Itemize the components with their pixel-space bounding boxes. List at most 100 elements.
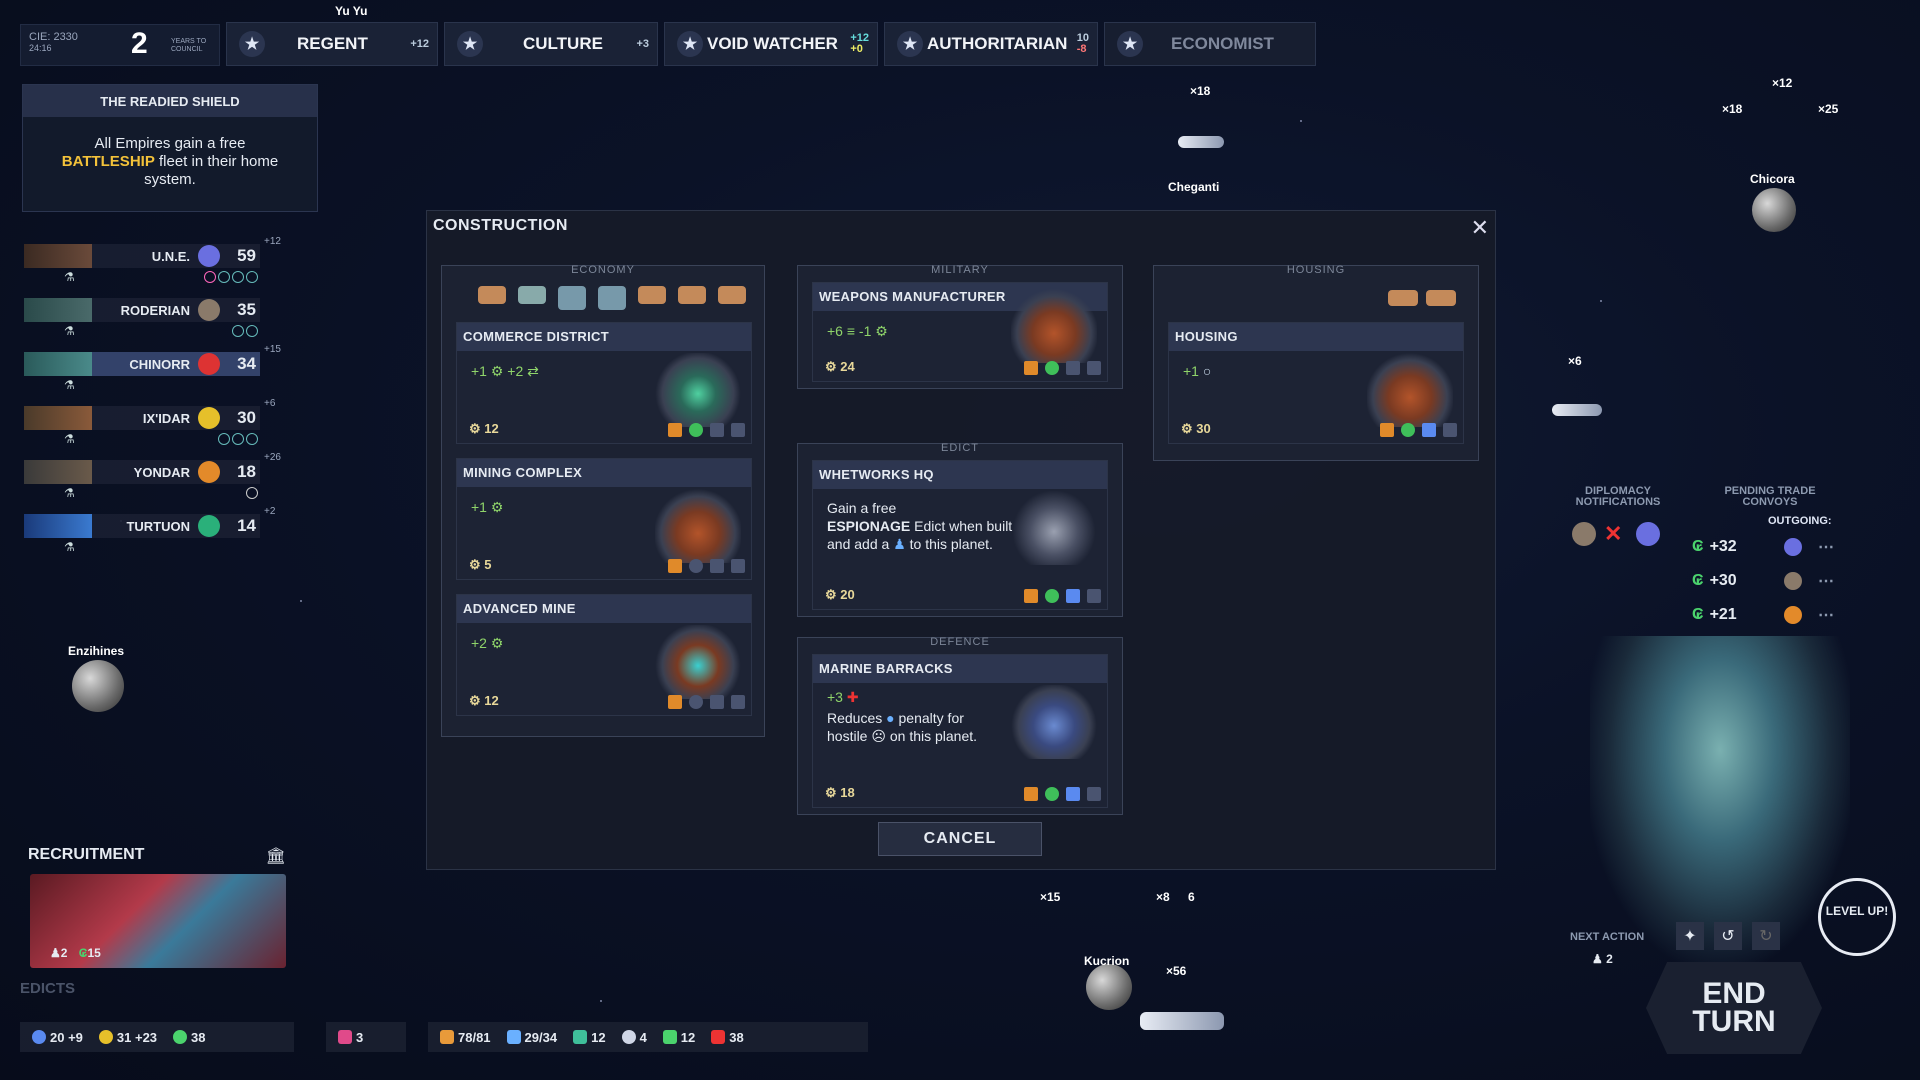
more-icon[interactable]: ⋯: [1818, 605, 1834, 625]
planet-enzihines[interactable]: [72, 660, 124, 712]
cost-value: 5: [484, 557, 492, 572]
cost-value: 12: [484, 421, 499, 436]
trade-convoy-row[interactable]: ₢ +32 ⋯: [1692, 532, 1834, 562]
end-turn-line-1: END: [1702, 977, 1766, 1010]
empire-ixidar[interactable]: IX'IDAR 30 +6 ⚗: [24, 398, 275, 456]
planet-label: Chicora: [1750, 172, 1795, 186]
slot-icon: [1087, 787, 1101, 801]
fleet-ship[interactable]: [1140, 1012, 1224, 1030]
more-icon[interactable]: ⋯: [1818, 537, 1834, 557]
resource-value: 3: [356, 1029, 364, 1045]
card-weapons-manufacturer[interactable]: WEAPONS MANUFACTURER +6 ≡ -1 ⚙ ⚙ 24: [812, 282, 1108, 382]
card-marine-barracks[interactable]: MARINE BARRACKS +3 ✚ Reduces ● penalty f…: [812, 654, 1108, 808]
trade-resource[interactable]: 12: [573, 1029, 606, 1045]
hammer-icon: [668, 559, 682, 573]
science-resource[interactable]: 29/34: [506, 1030, 557, 1045]
card-effect: +3 ✚: [827, 689, 859, 706]
hammer-icon: [1024, 787, 1038, 801]
redo-icon[interactable]: ↻: [1752, 922, 1780, 950]
desc-a: Reduces: [827, 710, 883, 726]
empire-yondar[interactable]: YONDAR 18 +26 ⚗: [24, 452, 281, 510]
fleet-ship[interactable]: [1552, 404, 1602, 416]
undo-icon[interactable]: ↺: [1714, 922, 1742, 950]
war-icon[interactable]: ✕: [1604, 522, 1628, 546]
une-icon[interactable]: [1636, 522, 1660, 546]
more-icon[interactable]: ⋯: [1818, 571, 1834, 591]
edicts-label[interactable]: EDICTS: [20, 980, 75, 997]
fleet-count: ×12: [1772, 76, 1793, 90]
recruitment-panel[interactable]: RECRUITMENT 🏛 ♟2 ₢15: [28, 846, 286, 970]
victory-regent[interactable]: ★ REGENT +12: [226, 22, 438, 66]
building-icon: [518, 286, 546, 304]
building-icon: [678, 286, 706, 304]
card-effect: +1 ⚙ +2 ⇄: [471, 363, 539, 379]
recruit-count-a: 2: [60, 946, 68, 960]
culture-resource[interactable]: 3: [338, 1030, 363, 1045]
credits-icon: ₢: [1692, 538, 1704, 555]
empire-roderian[interactable]: RODERIAN 35 ⚗: [24, 298, 260, 348]
recruit-costs: ♟2 ₢15: [50, 946, 101, 960]
empire-chinorr[interactable]: CHINORR 34 +15 ⚗: [24, 344, 281, 402]
card-title: HOUSING: [1169, 323, 1463, 351]
victory-bonus-2: -8: [1076, 43, 1087, 55]
card-mining-complex[interactable]: MINING COMPLEX +1 ⚙ ⚙ 5: [456, 458, 752, 580]
card-commerce-district[interactable]: COMMERCE DISTRICT +1 ⚙ +2 ⇄ ⚙ 12: [456, 322, 752, 444]
unrest-icon: ☹: [871, 728, 886, 744]
trade-convoy-row[interactable]: ₢ +30 ⋯: [1692, 566, 1834, 596]
cancel-button[interactable]: CANCEL: [878, 822, 1042, 856]
recruitment-title: RECRUITMENT: [28, 846, 145, 863]
roderian-icon[interactable]: [1572, 522, 1596, 546]
empire-une[interactable]: U.N.E. 59 +12 ⚗: [24, 236, 281, 294]
influence-resource[interactable]: 20 +9: [32, 1030, 83, 1045]
empire-turtuon[interactable]: TURTUON 14 +2 ⚗: [24, 506, 275, 564]
planet-kucrion[interactable]: [1086, 964, 1132, 1010]
fleet-ship[interactable]: [1178, 136, 1224, 148]
empire-name: TURTUON: [126, 518, 190, 534]
building-icon: [598, 286, 626, 310]
card-housing[interactable]: HOUSING +1 ○ ⚙ 30: [1168, 322, 1464, 444]
trade-convoy-row[interactable]: ₢ +21 ⋯: [1692, 600, 1834, 630]
fleet-action-icon[interactable]: ✦: [1676, 922, 1704, 950]
food-resource[interactable]: 78/81: [440, 1030, 491, 1045]
industry-resource[interactable]: 31 +23: [98, 1030, 157, 1045]
victory-authoritarian[interactable]: ★ AUTHORITARIAN 10 -8: [884, 22, 1098, 66]
close-icon[interactable]: ✕: [1471, 215, 1489, 241]
planet-label: Kucrion: [1084, 954, 1130, 968]
resource-value: 38: [191, 1029, 206, 1045]
planet-chicora[interactable]: [1752, 188, 1796, 232]
supply-resource[interactable]: 12: [662, 1030, 695, 1045]
resource-value: 12: [591, 1029, 606, 1045]
victory-void-watcher[interactable]: ★ VOID WATCHER +12 +0: [664, 22, 878, 66]
pop-icon: [710, 423, 724, 437]
level-up-button[interactable]: LEVEL UP!: [1818, 878, 1896, 956]
card-advanced-mine[interactable]: ADVANCED MINE +2 ⚙ ⚙ 12: [456, 594, 752, 716]
card-description: Gain a free ESPIONAGE Edict when built a…: [827, 499, 1017, 553]
credits-resource[interactable]: 38: [173, 1029, 206, 1045]
card-tags: [668, 559, 745, 573]
card-tags: [1024, 589, 1101, 603]
empire-score: 59: [237, 246, 256, 265]
victory-bonus-group: +12 +0: [850, 33, 869, 55]
card-whetworks-hq[interactable]: WHETWORKS HQ Gain a free ESPIONAGE Edict…: [812, 460, 1108, 610]
slot-icon: [1087, 589, 1101, 603]
years-to-council-value: 2: [131, 27, 148, 60]
empire-extra: +12: [264, 236, 281, 247]
population-icon: ○: [1202, 363, 1212, 379]
card-tags: [1024, 361, 1101, 375]
whetworks-hq-image: [1011, 491, 1097, 565]
years-to-council-label: YEARS TO COUNCIL: [171, 38, 207, 53]
victory-culture[interactable]: ★ CULTURE +3: [444, 22, 658, 66]
military-resource[interactable]: 38: [711, 1030, 744, 1045]
desc-d: to this planet.: [909, 536, 993, 552]
flask-icon: ⚗: [64, 432, 75, 446]
end-turn-button[interactable]: END TURN: [1646, 962, 1822, 1054]
slot-icon: [731, 423, 745, 437]
diplomacy-icons[interactable]: ✕: [1572, 522, 1660, 546]
flask-icon: ⚗: [64, 540, 75, 554]
victory-economist[interactable]: ★ ECONOMIST: [1104, 22, 1316, 66]
housing-section: HOUSING HOUSING +1 ○ ⚙ 30: [1153, 264, 1479, 461]
unrest-resource[interactable]: 4: [621, 1030, 647, 1045]
credits-icon: ₢: [1692, 606, 1704, 623]
next-count-value: 2: [1606, 952, 1613, 966]
card-cost: ⚙ 24: [825, 359, 855, 374]
